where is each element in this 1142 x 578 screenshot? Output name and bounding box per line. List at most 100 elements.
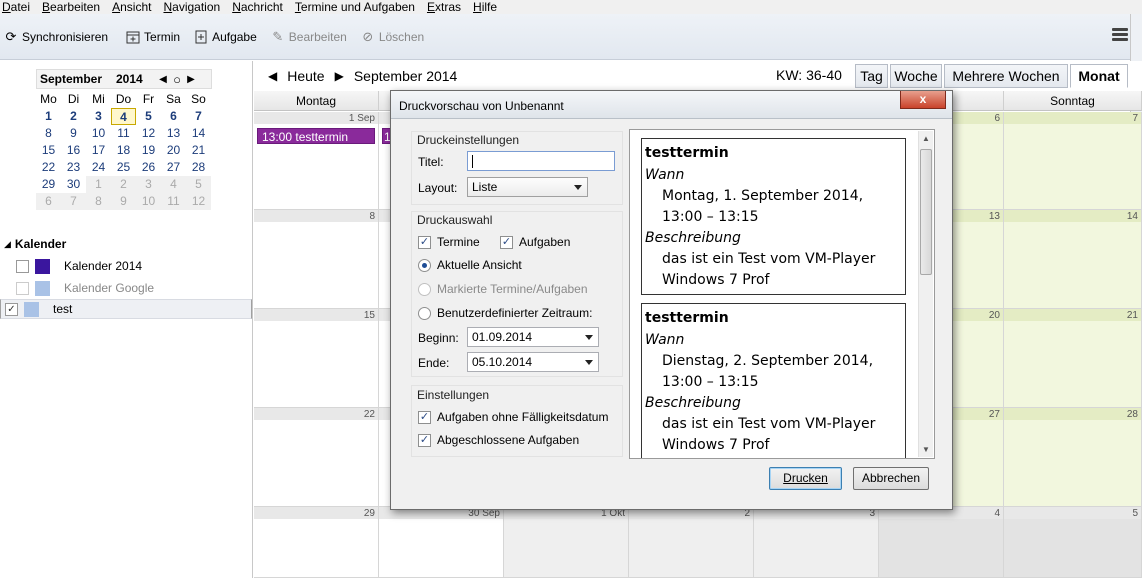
layout-select[interactable]: Liste <box>467 177 588 197</box>
mini-calendar-day[interactable]: 8 <box>86 193 111 210</box>
day-number[interactable]: 22 <box>364 409 375 420</box>
mini-calendar-day[interactable]: 10 <box>86 125 111 142</box>
mini-calendar-day[interactable]: 17 <box>86 142 111 159</box>
title-input[interactable] <box>467 151 615 171</box>
day-cell[interactable]: 1 Okt <box>504 507 629 578</box>
mini-calendar-day[interactable]: 2 <box>61 108 86 125</box>
day-cell[interactable]: 2 <box>629 507 754 578</box>
menu-datei[interactable]: Datei <box>2 0 30 14</box>
hamburger-menu-icon[interactable] <box>1112 28 1128 42</box>
mini-calendar-day[interactable]: 24 <box>86 159 111 176</box>
day-cell[interactable]: 30 Sep <box>379 507 504 578</box>
menu-extras[interactable]: Extras <box>427 0 461 14</box>
prev-period-icon[interactable]: ◀ <box>268 69 277 83</box>
day-cell[interactable]: 1 Sep <box>254 112 379 210</box>
mini-calendar-day[interactable]: 4 <box>111 108 136 125</box>
mini-calendar-day[interactable]: 3 <box>136 176 161 193</box>
mini-calendar-day[interactable]: 11 <box>161 193 186 210</box>
marked-items-radio-row[interactable]: Markierte Termine/Aufgaben <box>418 282 588 296</box>
completed-tasks-checkbox[interactable]: ✓ <box>418 433 431 447</box>
day-number[interactable]: 15 <box>364 310 375 321</box>
tab-woche[interactable]: Woche <box>890 64 942 88</box>
day-number[interactable]: 5 <box>1132 508 1138 519</box>
mini-calendar-year[interactable]: 2014 <box>116 72 156 86</box>
mini-calendar-day[interactable]: 1 <box>36 108 61 125</box>
events-checkbox-row[interactable]: ✓ Termine <box>418 235 480 249</box>
completed-tasks-checkbox-row[interactable]: ✓ Abgeschlossene Aufgaben <box>418 433 579 447</box>
scrollbar-thumb[interactable] <box>920 149 932 275</box>
mini-calendar-day[interactable]: 3 <box>86 108 111 125</box>
day-cell[interactable]: 21 <box>1004 309 1142 408</box>
day-number[interactable]: 7 <box>1132 113 1138 124</box>
mini-calendar-day[interactable]: 6 <box>36 193 61 210</box>
end-date-select[interactable]: 05.10.2014 <box>467 352 599 372</box>
menu-bearbeiten[interactable]: Bearbeiten <box>42 0 100 14</box>
mini-calendar-day[interactable]: 12 <box>186 193 211 210</box>
events-checkbox[interactable]: ✓ <box>418 235 431 249</box>
day-cell[interactable]: 22 <box>254 408 379 507</box>
scroll-up-icon[interactable]: ▲ <box>921 134 931 143</box>
today-button[interactable]: Heute <box>287 68 324 84</box>
calendar-checkbox[interactable] <box>16 281 29 295</box>
mini-calendar-day[interactable]: 14 <box>186 125 211 142</box>
tasks-checkbox[interactable]: ✓ <box>500 235 513 249</box>
day-number[interactable]: 1 Sep <box>349 113 375 124</box>
tab-monat[interactable]: Monat <box>1070 64 1128 88</box>
day-cell[interactable]: 28 <box>1004 408 1142 507</box>
mini-calendar-day[interactable]: 29 <box>36 176 61 193</box>
tasks-checkbox-row[interactable]: ✓ Aufgaben <box>500 235 570 249</box>
mini-calendar-day[interactable]: 18 <box>111 142 136 159</box>
calendar-checkbox[interactable] <box>16 259 29 273</box>
menu-hilfe[interactable]: Hilfe <box>473 0 497 14</box>
calendar-list-header[interactable]: ◢ Kalender <box>4 237 66 251</box>
current-view-radio-row[interactable]: Aktuelle Ansicht <box>418 258 522 272</box>
day-number[interactable]: 27 <box>989 409 1000 420</box>
close-button[interactable]: x <box>900 91 946 109</box>
menu-navigation[interactable]: Navigation <box>163 0 220 14</box>
cancel-button[interactable]: Abbrechen <box>853 467 929 490</box>
mini-calendar-day[interactable]: 7 <box>61 193 86 210</box>
day-number[interactable]: 20 <box>989 310 1000 321</box>
mini-calendar-day[interactable]: 30 <box>61 176 86 193</box>
mini-calendar-month[interactable]: September <box>40 72 116 86</box>
mini-calendar-day[interactable]: 22 <box>36 159 61 176</box>
calendar-checkbox-checked[interactable]: ✓ <box>5 302 18 316</box>
preview-scrollbar[interactable]: ▲ ▼ <box>918 131 933 457</box>
mini-calendar-day[interactable]: 7 <box>186 108 211 125</box>
menu-termine-und-aufgaben[interactable]: Termine und Aufgaben <box>295 0 415 14</box>
edit-button[interactable]: ✎ Bearbeiten <box>271 29 347 44</box>
menu-nachricht[interactable]: Nachricht <box>232 0 283 14</box>
mini-calendar-day[interactable]: 23 <box>61 159 86 176</box>
marked-items-radio[interactable] <box>418 282 431 296</box>
mini-calendar-day[interactable]: 4 <box>161 176 186 193</box>
mini-calendar-day[interactable]: 13 <box>161 125 186 142</box>
mini-calendar-day[interactable]: 1 <box>86 176 111 193</box>
event-item[interactable]: 13:00 testtermin <box>257 128 375 144</box>
calendar-item-test[interactable]: ✓ test <box>0 299 252 319</box>
mini-calendar-day[interactable]: 9 <box>111 193 136 210</box>
mini-calendar-day[interactable]: 2 <box>111 176 136 193</box>
custom-range-radio-row[interactable]: Benutzerdefinierter Zeitraum: <box>418 306 592 320</box>
mini-calendar-day[interactable]: 11 <box>111 125 136 142</box>
day-number[interactable]: 8 <box>369 211 375 222</box>
tab-tag[interactable]: Tag <box>855 64 888 88</box>
day-number[interactable]: 29 <box>364 508 375 519</box>
today-circle-icon[interactable]: ○ <box>170 72 184 87</box>
day-number[interactable]: 4 <box>994 508 1000 519</box>
tasks-no-due-checkbox-row[interactable]: ✓ Aufgaben ohne Fälligkeitsdatum <box>418 410 608 424</box>
mini-calendar-day[interactable]: 20 <box>161 142 186 159</box>
day-cell[interactable]: 29 <box>254 507 379 578</box>
next-month-icon[interactable]: ▶ <box>184 74 198 85</box>
mini-calendar-day[interactable]: 12 <box>136 125 161 142</box>
mini-calendar-day[interactable]: 15 <box>36 142 61 159</box>
mini-calendar-day[interactable]: 26 <box>136 159 161 176</box>
scroll-down-icon[interactable]: ▼ <box>921 445 931 454</box>
start-date-select[interactable]: 01.09.2014 <box>467 327 599 347</box>
mini-calendar-day[interactable]: 5 <box>136 108 161 125</box>
day-cell[interactable]: 3 <box>754 507 879 578</box>
next-period-icon[interactable]: ▶ <box>335 69 344 83</box>
mini-calendar-day[interactable]: 21 <box>186 142 211 159</box>
sync-button[interactable]: ⟳ Synchronisieren <box>4 29 109 44</box>
menu-ansicht[interactable]: Ansicht <box>112 0 151 14</box>
day-number[interactable]: 28 <box>1127 409 1138 420</box>
